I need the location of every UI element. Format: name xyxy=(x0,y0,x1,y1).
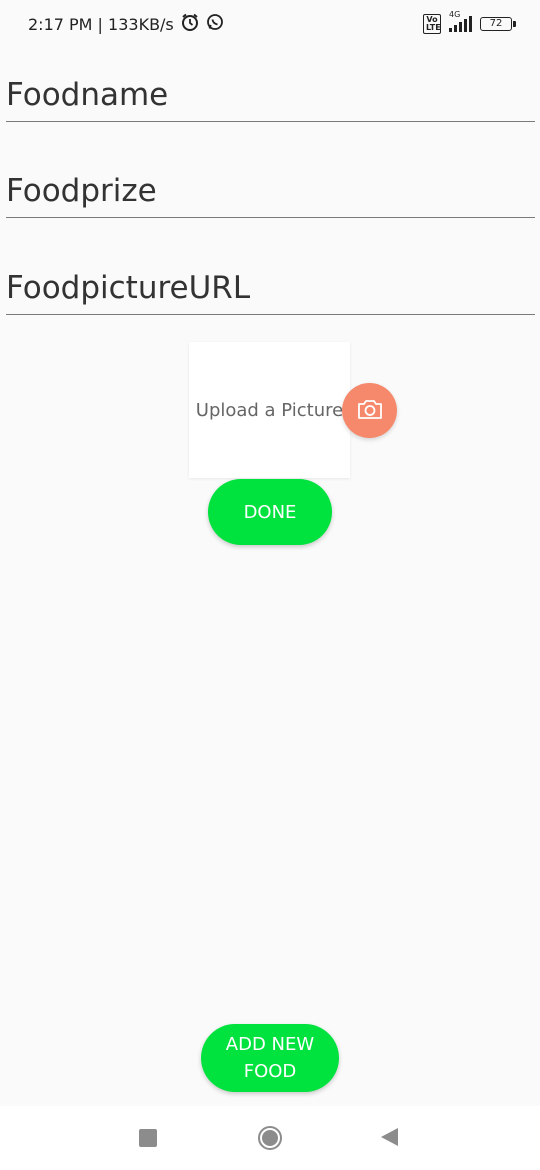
status-bar: 2:17 PM | 133KB/s Vo LTE 4G 72 xyxy=(0,0,540,48)
camera-icon xyxy=(357,398,383,424)
food-name-input[interactable] xyxy=(6,62,535,121)
status-time-speed: 2:17 PM | 133KB/s xyxy=(28,14,174,34)
add-new-food-button[interactable]: ADD NEW FOOD xyxy=(201,1024,339,1092)
upload-picture-card[interactable]: Upload a Picture xyxy=(189,342,350,478)
whatsapp-icon xyxy=(206,13,224,35)
food-picture-url-field-container xyxy=(6,255,535,315)
status-right: Vo LTE 4G 72 xyxy=(423,10,516,34)
battery-icon: 72 xyxy=(480,17,516,31)
alarm-icon xyxy=(180,12,200,36)
upload-picture-label: Upload a Picture xyxy=(195,399,344,421)
food-name-field-container xyxy=(6,62,535,122)
nav-recents-icon[interactable] xyxy=(139,1129,157,1147)
nav-home-icon[interactable] xyxy=(258,1126,282,1150)
camera-button[interactable] xyxy=(342,383,397,438)
volte-badge: Vo LTE xyxy=(423,14,441,34)
food-prize-field-container xyxy=(6,158,535,218)
signal-icon: 4G xyxy=(449,10,472,32)
done-button[interactable]: DONE xyxy=(208,479,332,545)
food-prize-input[interactable] xyxy=(6,158,535,217)
network-type: 4G xyxy=(449,10,461,19)
nav-back-icon[interactable] xyxy=(381,1128,398,1146)
food-picture-url-input[interactable] xyxy=(6,255,535,314)
status-left: 2:17 PM | 133KB/s xyxy=(28,12,224,36)
screen: 2:17 PM | 133KB/s Vo LTE 4G 72 Foodname … xyxy=(0,0,540,1170)
navigation-bar xyxy=(0,1106,540,1170)
